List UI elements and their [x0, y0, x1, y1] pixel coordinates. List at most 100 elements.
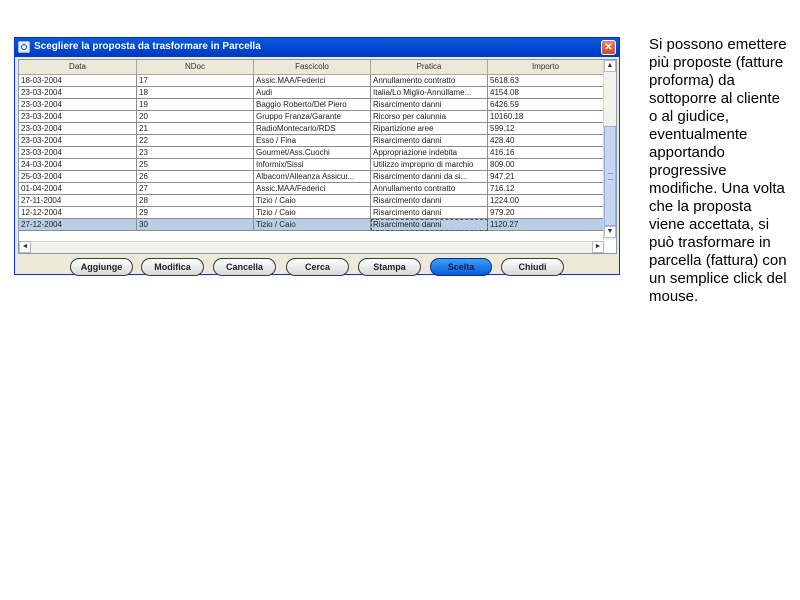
cell-pratica[interactable]: Ricorso per calunnia: [371, 111, 488, 123]
cell-pratica[interactable]: Utilizzo improprio di marchio: [371, 159, 488, 171]
table-row[interactable]: 23-03-2004 18 Audi Italia/Lo Miglio-Annulla…: [19, 87, 604, 99]
cell-fascicolo[interactable]: Baggio Roberto/Del Piero: [254, 99, 371, 111]
column-header-pratica[interactable]: Pratica: [371, 60, 488, 75]
modifica-button[interactable]: Modifica: [141, 258, 204, 276]
table-row[interactable]: 23-03-2004 21 RadioMontecarlo/RDS Ripartizi…: [19, 123, 604, 135]
cell-importo[interactable]: 599.12: [488, 123, 604, 135]
table-row[interactable]: 18-03-2004 17 Assic.MAA/Federici Annullamen…: [19, 75, 604, 87]
cerca-button[interactable]: Cerca: [286, 258, 349, 276]
title-bar[interactable]: Scegliere la proposta da trasformare in …: [15, 38, 619, 57]
cell-date[interactable]: 27-11-2004: [19, 195, 137, 207]
cell-ndoc[interactable]: 20: [137, 111, 254, 123]
stampa-button[interactable]: Stampa: [358, 258, 421, 276]
cell-date[interactable]: 27-12-2004: [19, 219, 137, 231]
column-header-importo[interactable]: Importo: [488, 60, 604, 75]
cell-fascicolo[interactable]: Esso / Fina: [254, 135, 371, 147]
cell-importo[interactable]: 979.20: [488, 207, 604, 219]
table-row[interactable]: 12-12-2004 29 Tizio / Caio Risarcimento dan…: [19, 207, 604, 219]
cell-pratica[interactable]: Risarcimento danni: [371, 195, 488, 207]
cell-date[interactable]: 23-03-2004: [19, 147, 137, 159]
cell-importo[interactable]: 716.12: [488, 183, 604, 195]
cell-importo[interactable]: 1120.27: [488, 219, 604, 231]
cell-date[interactable]: 12-12-2004: [19, 207, 137, 219]
table-row[interactable]: 25-03-2004 26 Albacom/Alleanza Assicur... R…: [19, 171, 604, 183]
cell-ndoc[interactable]: 19: [137, 99, 254, 111]
cell-date[interactable]: 25-03-2004: [19, 171, 137, 183]
column-header-fascicolo[interactable]: Fascicolo: [254, 60, 371, 75]
table-row[interactable]: 01-04-2004 27 Assic.MAA/Federici Annullamen…: [19, 183, 604, 195]
cell-pratica[interactable]: Annullamento contratto: [371, 75, 488, 87]
table-row[interactable]: 27-11-2004 28 Tizio / Caio Risarcimento dan…: [19, 195, 604, 207]
cell-ndoc[interactable]: 26: [137, 171, 254, 183]
cell-date[interactable]: 18-03-2004: [19, 75, 137, 87]
cell-pratica[interactable]: Risarcimento danni: [371, 135, 488, 147]
column-header-ndoc[interactable]: NDoc: [137, 60, 254, 75]
cell-fascicolo[interactable]: Informix/Sissi: [254, 159, 371, 171]
cell-pratica[interactable]: Ripartizione aree: [371, 123, 488, 135]
scroll-up-button[interactable]: ▲: [604, 60, 616, 72]
cell-importo[interactable]: 6426.59: [488, 99, 604, 111]
cell-ndoc[interactable]: 30: [137, 219, 254, 231]
cancella-button[interactable]: Cancella: [213, 258, 276, 276]
cell-fascicolo[interactable]: RadioMontecarlo/RDS: [254, 123, 371, 135]
cell-ndoc[interactable]: 18: [137, 87, 254, 99]
cell-pratica[interactable]: Annullamento contratto: [371, 183, 488, 195]
cell-ndoc[interactable]: 25: [137, 159, 254, 171]
cell-fascicolo[interactable]: Gruppo Franza/Garante: [254, 111, 371, 123]
cell-date[interactable]: 23-03-2004: [19, 87, 137, 99]
cell-ndoc[interactable]: 21: [137, 123, 254, 135]
cell-pratica[interactable]: Italia/Lo Miglio-Annullame...: [371, 87, 488, 99]
cell-fascicolo[interactable]: Assic.MAA/Federici: [254, 183, 371, 195]
cell-pratica[interactable]: Risarcimento danni: [371, 207, 488, 219]
cell-ndoc[interactable]: 28: [137, 195, 254, 207]
cell-date[interactable]: 01-04-2004: [19, 183, 137, 195]
cell-ndoc[interactable]: 29: [137, 207, 254, 219]
cell-fascicolo[interactable]: Assic.MAA/Federici: [254, 75, 371, 87]
cell-fascicolo[interactable]: Tizio / Caio: [254, 219, 371, 231]
cell-pratica[interactable]: Risarcimento danni da si...: [371, 171, 488, 183]
cell-pratica[interactable]: Risarcimento danni: [371, 99, 488, 111]
cell-fascicolo[interactable]: Tizio / Caio: [254, 207, 371, 219]
cell-fascicolo[interactable]: Albacom/Alleanza Assicur...: [254, 171, 371, 183]
cell-importo[interactable]: 428.40: [488, 135, 604, 147]
chiudi-button[interactable]: Chiudi: [501, 258, 564, 276]
table-row[interactable]: 23-03-2004 20 Gruppo Franza/Garante Ricorso…: [19, 111, 604, 123]
cell-fascicolo[interactable]: Audi: [254, 87, 371, 99]
vertical-scrollbar[interactable]: ▲ ▼: [603, 60, 616, 240]
cell-importo[interactable]: 809.00: [488, 159, 604, 171]
table-row[interactable]: 23-03-2004 19 Baggio Roberto/Del Piero Risa…: [19, 99, 604, 111]
cell-importo[interactable]: 5618.63: [488, 75, 604, 87]
cell-date[interactable]: 23-03-2004: [19, 99, 137, 111]
table-row[interactable]: 24-03-2004 25 Informix/Sissi Utilizzo impro…: [19, 159, 604, 171]
horizontal-scrollbar[interactable]: ◄ ►: [19, 241, 604, 253]
table-row[interactable]: 27-12-2004 30 Tizio / Caio Risarcimento dan…: [19, 219, 604, 231]
aggiunge-button[interactable]: Aggiunge: [70, 258, 133, 276]
cell-importo[interactable]: 416.16: [488, 147, 604, 159]
cell-ndoc[interactable]: 17: [137, 75, 254, 87]
cell-pratica[interactable]: Appropriazione indebita: [371, 147, 488, 159]
cell-importo[interactable]: 10160.18: [488, 111, 604, 123]
cell-date[interactable]: 23-03-2004: [19, 111, 137, 123]
column-header-data[interactable]: Data: [19, 60, 137, 75]
cell-date[interactable]: 24-03-2004: [19, 159, 137, 171]
scroll-right-button[interactable]: ►: [592, 241, 604, 253]
cell-date[interactable]: 23-03-2004: [19, 123, 137, 135]
cell-importo[interactable]: 947.21: [488, 171, 604, 183]
cell-fascicolo[interactable]: Gourmet/Ass.Cuochi: [254, 147, 371, 159]
table-grid: Data NDoc Fascicolo Pratica Importo 18-0…: [19, 60, 604, 240]
cell-ndoc[interactable]: 22: [137, 135, 254, 147]
scrollbar-thumb[interactable]: [604, 126, 616, 226]
cell-ndoc[interactable]: 27: [137, 183, 254, 195]
close-button[interactable]: ✕: [601, 40, 616, 55]
cell-ndoc[interactable]: 23: [137, 147, 254, 159]
cell-date[interactable]: 23-03-2004: [19, 135, 137, 147]
scroll-left-button[interactable]: ◄: [19, 241, 31, 253]
scroll-down-button[interactable]: ▼: [604, 226, 616, 238]
table-row[interactable]: 23-03-2004 22 Esso / Fina Risarcimento dann…: [19, 135, 604, 147]
cell-importo[interactable]: 4154.08: [488, 87, 604, 99]
cell-fascicolo[interactable]: Tizio / Caio: [254, 195, 371, 207]
scelta-button[interactable]: Scelta: [430, 258, 492, 276]
cell-importo[interactable]: 1224.00: [488, 195, 604, 207]
cell-pratica[interactable]: Risarcimento danni: [371, 219, 488, 231]
table-row[interactable]: 23-03-2004 23 Gourmet/Ass.Cuochi Appropriaz…: [19, 147, 604, 159]
